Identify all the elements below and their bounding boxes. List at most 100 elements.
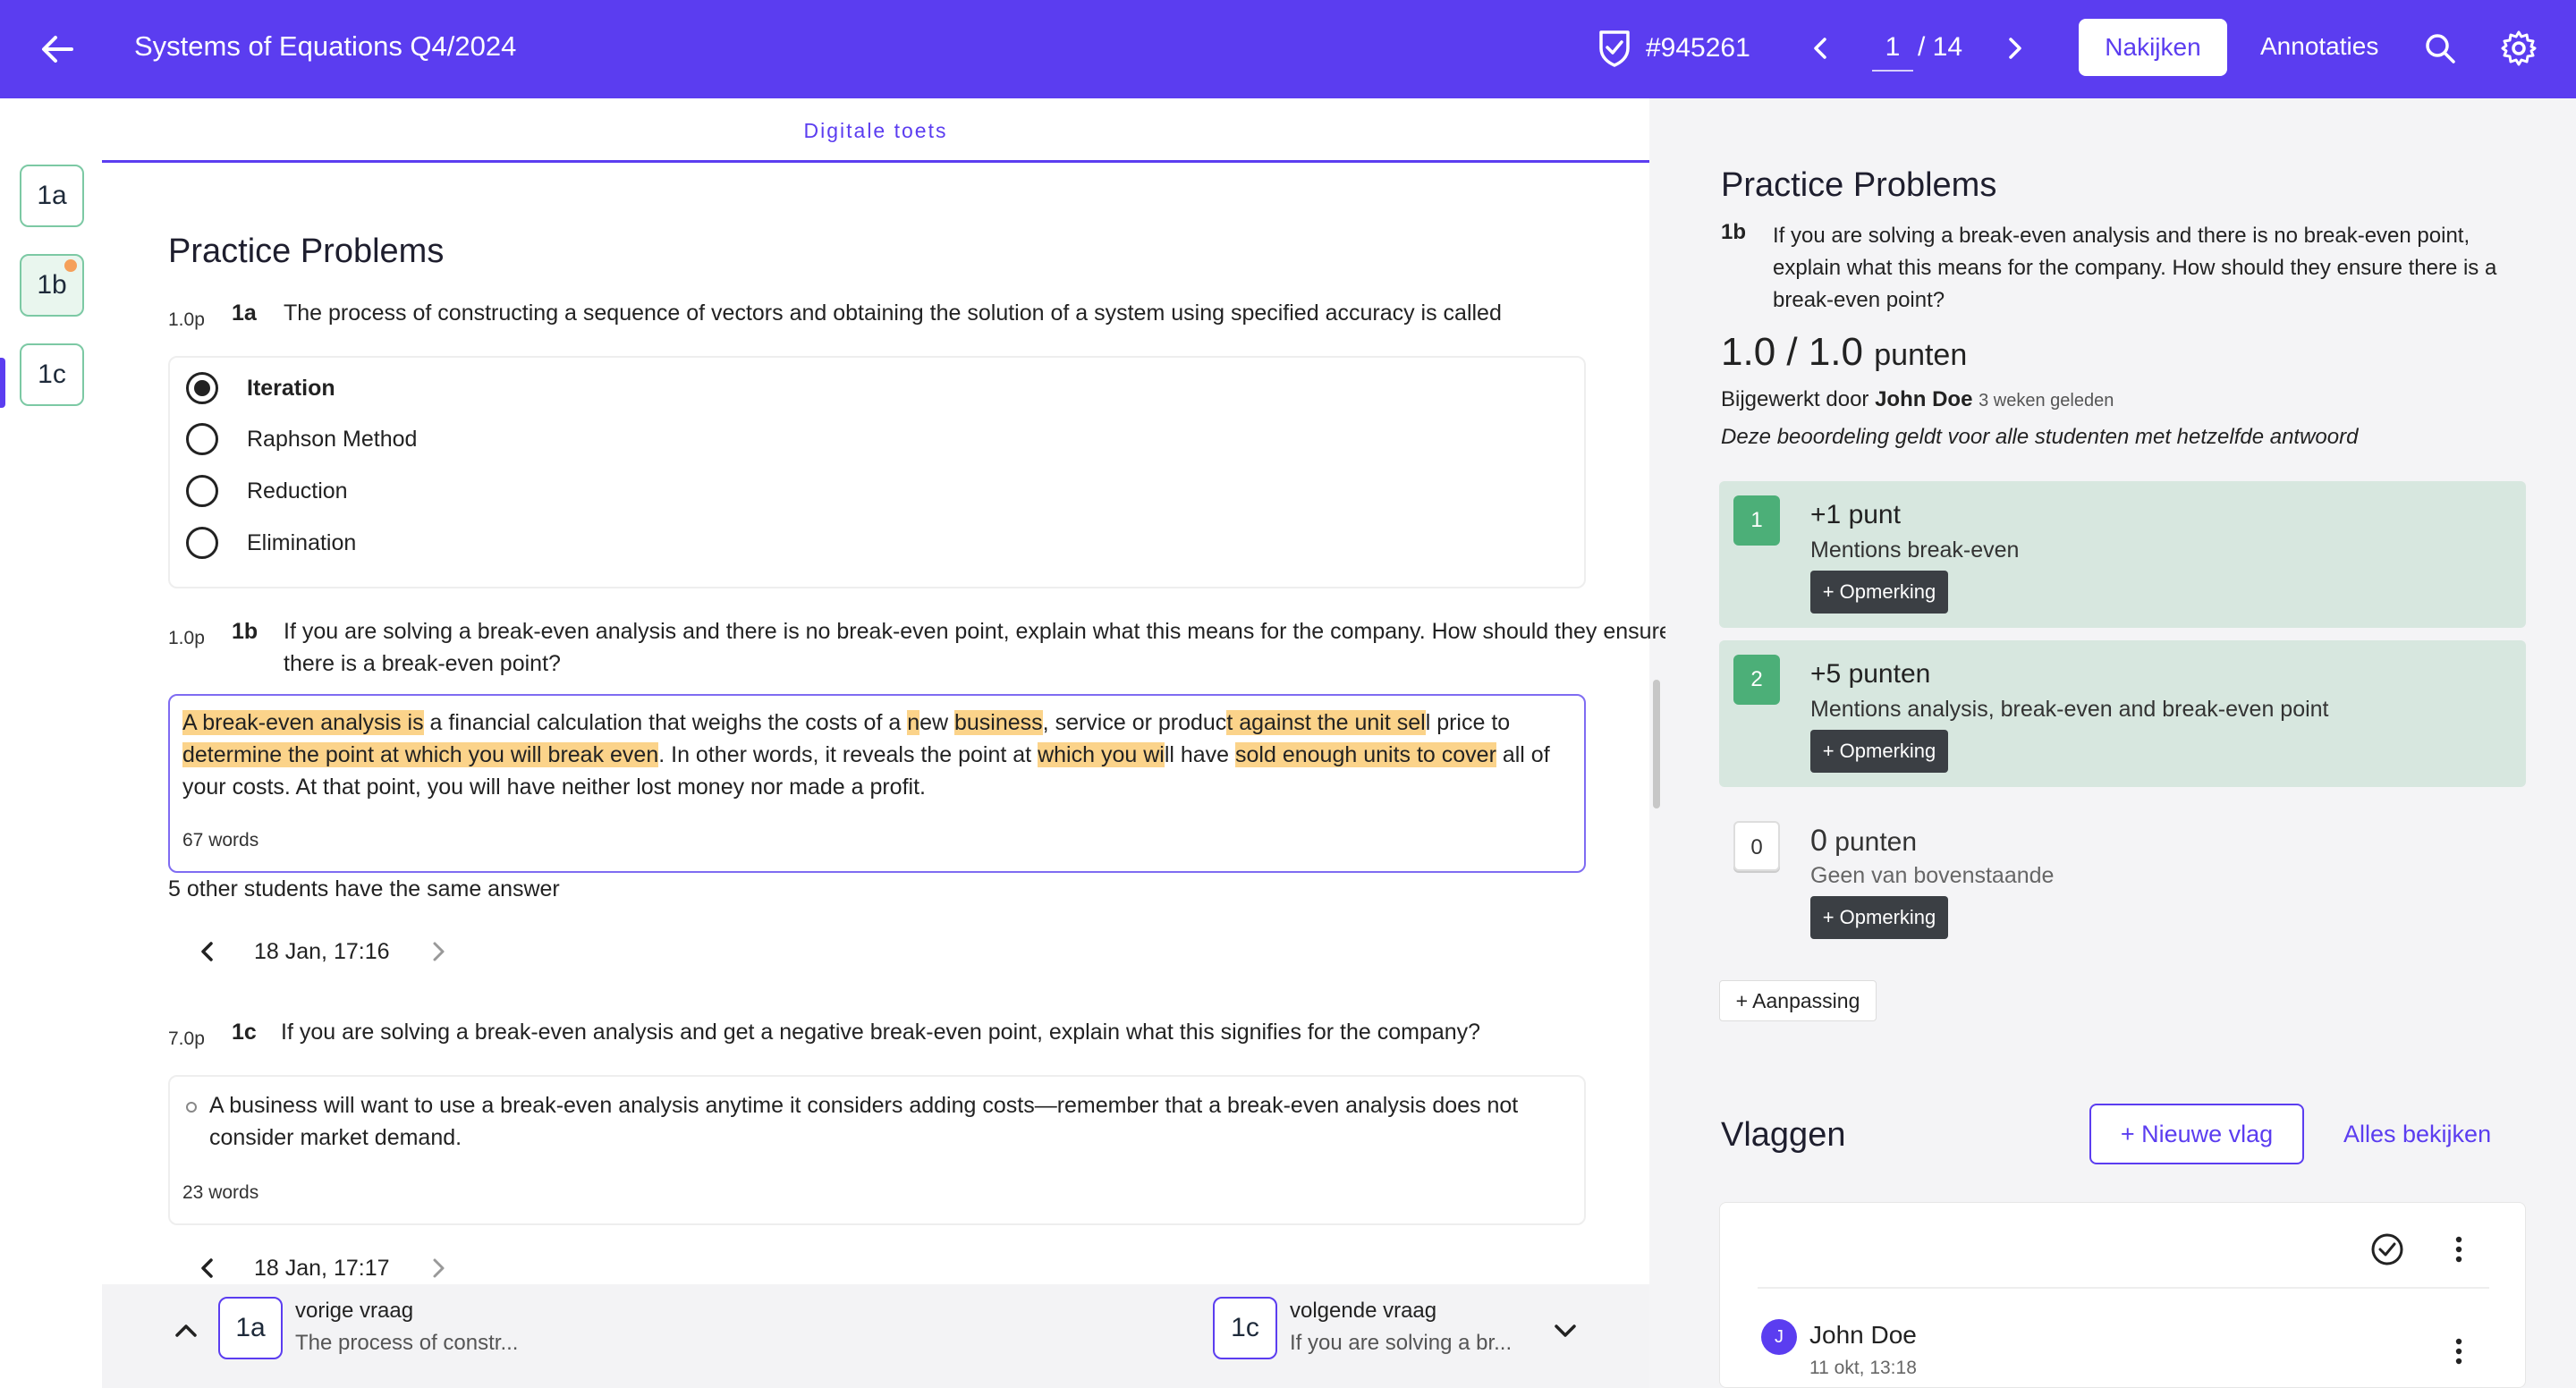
score-value: 1.0 / 1.0 bbox=[1721, 330, 1864, 374]
check-circle-icon[interactable] bbox=[2369, 1231, 2405, 1267]
chevron-left-icon[interactable] bbox=[195, 939, 220, 964]
view-all-flags-link[interactable]: Alles bekijken bbox=[2343, 1116, 2491, 1152]
answer-segment: ew bbox=[919, 710, 954, 735]
score-unit: punten bbox=[1874, 338, 1968, 372]
answer-box[interactable]: A break-even analysis is a financial cal… bbox=[168, 694, 1586, 873]
radio[interactable] bbox=[186, 475, 218, 507]
gear-icon[interactable] bbox=[2499, 29, 2538, 68]
annotaties-button[interactable]: Annotaties bbox=[2260, 27, 2378, 66]
prev-question-preview: The process of constr... bbox=[295, 1331, 519, 1355]
rail-item-1c[interactable]: 1c bbox=[20, 343, 84, 406]
student-id: #945261 bbox=[1646, 33, 1750, 63]
criterion-points-unit: punt bbox=[1848, 500, 1901, 529]
arrow-left-icon[interactable] bbox=[36, 27, 80, 72]
chevron-right-icon[interactable] bbox=[426, 939, 451, 964]
panel-question-number: 1b bbox=[1721, 220, 1747, 244]
word-count: 67 words bbox=[182, 830, 259, 851]
chevron-left-icon[interactable] bbox=[1803, 30, 1839, 66]
chevron-left-icon[interactable] bbox=[195, 1256, 220, 1281]
answer-segment: ll have bbox=[1164, 742, 1236, 767]
grading-panel: Practice Problems 1b If you are solving … bbox=[1665, 98, 2576, 1388]
top-bar: Systems of Equations Q4/2024 #945261 1 /… bbox=[0, 0, 2576, 98]
answer-segment: , service or produc bbox=[1042, 710, 1227, 735]
chevron-right-icon[interactable] bbox=[1996, 30, 2032, 66]
page-number-input[interactable]: 1 bbox=[1872, 27, 1913, 72]
flag-author: John Doe bbox=[1809, 1321, 1917, 1349]
tab-digitale-toets[interactable]: Digitale toets bbox=[102, 98, 1649, 163]
next-question-chip[interactable]: 1c bbox=[1213, 1297, 1277, 1359]
shield-check-icon[interactable] bbox=[1597, 29, 1631, 68]
answer-date: 18 Jan, 17:16 bbox=[254, 939, 390, 964]
prev-question-title[interactable]: vorige vraag bbox=[295, 1297, 413, 1325]
new-flag-button[interactable]: + Nieuwe vlag bbox=[2089, 1104, 2304, 1164]
nakijken-button[interactable]: Nakijken bbox=[2079, 19, 2227, 76]
radio[interactable] bbox=[186, 423, 218, 455]
answer-segment: a financial calculation that weighs the … bbox=[423, 710, 908, 735]
add-remark-button[interactable]: + Opmerking bbox=[1810, 730, 1948, 773]
criterion-points-value: +1 bbox=[1810, 500, 1842, 529]
kebab-icon[interactable] bbox=[2441, 1333, 2477, 1369]
chevron-down-icon[interactable] bbox=[1549, 1315, 1581, 1347]
score: 1.0 / 1.0 punten bbox=[1721, 327, 1967, 380]
option-label: Elimination bbox=[247, 530, 357, 555]
question-text: The process of constructing a sequence o… bbox=[284, 300, 1502, 326]
criterion-points-value: 0 bbox=[1810, 824, 1827, 858]
criterion-points-value: +5 bbox=[1810, 659, 1842, 689]
flag-card: J John Doe 11 okt, 13:18 bbox=[1719, 1202, 2526, 1388]
question-number: 1a bbox=[232, 300, 257, 326]
criterion-description: Mentions analysis, break-even and break-… bbox=[1810, 697, 2329, 722]
radio-checked[interactable] bbox=[186, 372, 218, 404]
updated-prefix: Bijgewerkt door bbox=[1721, 387, 1876, 411]
rail-item-1a[interactable]: 1a bbox=[20, 165, 84, 227]
flags-title: Vlaggen bbox=[1721, 1116, 1846, 1154]
answer-highlight: n bbox=[907, 710, 920, 735]
option-label: Raphson Method bbox=[247, 427, 418, 452]
add-remark-button[interactable]: + Opmerking bbox=[1810, 896, 1948, 939]
divider bbox=[1758, 1287, 2489, 1289]
chevron-right-icon[interactable] bbox=[426, 1256, 451, 1281]
kebab-icon[interactable] bbox=[2441, 1231, 2477, 1267]
answer-box[interactable]: A business will want to use a break-even… bbox=[168, 1075, 1586, 1225]
add-remark-button[interactable]: + Opmerking bbox=[1810, 571, 1948, 614]
rail-item-label: 1b bbox=[37, 270, 67, 300]
question-points: 7.0p bbox=[168, 1028, 205, 1049]
criterion-points: 0 punten bbox=[1810, 823, 1917, 860]
criterion-number: 0 bbox=[1733, 821, 1780, 871]
criterion-points: +5 punten bbox=[1810, 656, 1930, 692]
next-question-preview: If you are solving a br... bbox=[1290, 1331, 1513, 1355]
criterion-points-unit: punten bbox=[1835, 827, 1918, 857]
criterion-0[interactable]: 0 0 punten Geen van bovenstaande + Opmer… bbox=[1719, 807, 2526, 953]
criterion-points-unit: punten bbox=[1848, 659, 1931, 689]
section-title: Practice Problems bbox=[168, 233, 445, 270]
answer-highlight: sold enough units to cover bbox=[1235, 742, 1496, 767]
chevron-up-icon[interactable] bbox=[170, 1315, 202, 1347]
answer-date: 18 Jan, 17:17 bbox=[254, 1256, 390, 1281]
flag-date: 11 okt, 13:18 bbox=[1809, 1358, 1917, 1378]
answer-text: A break-even analysis is a financial cal… bbox=[182, 707, 1578, 803]
page-total: / 14 bbox=[1918, 32, 1963, 62]
add-adjustment-button[interactable]: + Aanpassing bbox=[1719, 980, 1877, 1021]
criterion-number: 2 bbox=[1733, 655, 1780, 705]
option-label: Iteration bbox=[247, 376, 335, 401]
criterion-1[interactable]: 1 +1 punt Mentions break-even + Opmerkin… bbox=[1719, 481, 2526, 628]
answer-highlight: t against the unit sel bbox=[1226, 710, 1426, 735]
option-label: Reduction bbox=[247, 478, 348, 504]
scrollbar-thumb[interactable] bbox=[1653, 680, 1660, 808]
updated-by-name: John Doe bbox=[1875, 387, 1973, 411]
answer-highlight: business bbox=[954, 710, 1043, 735]
grading-note: Deze beoordeling geldt voor alle student… bbox=[1721, 425, 2359, 449]
prev-question-chip[interactable]: 1a bbox=[218, 1297, 283, 1359]
criterion-2[interactable]: 2 +5 punten Mentions analysis, break-eve… bbox=[1719, 640, 2526, 787]
question-text: If you are solving a break-even analysis… bbox=[284, 619, 1672, 676]
updated-ago: 3 weken geleden bbox=[1979, 391, 2114, 410]
radio[interactable] bbox=[186, 527, 218, 559]
question-points: 1.0p bbox=[168, 309, 205, 330]
search-icon[interactable] bbox=[2420, 29, 2460, 68]
next-question-title[interactable]: volgende vraag bbox=[1290, 1297, 1436, 1325]
rail-item-1b[interactable]: 1b bbox=[20, 254, 84, 317]
question-points: 1.0p bbox=[168, 628, 205, 648]
updated-by: Bijgewerkt door John Doe 3 weken geleden bbox=[1721, 385, 2114, 416]
unsaved-dot bbox=[64, 259, 77, 272]
question-number: 1b bbox=[232, 619, 258, 644]
panel-title: Practice Problems bbox=[1721, 166, 1997, 204]
